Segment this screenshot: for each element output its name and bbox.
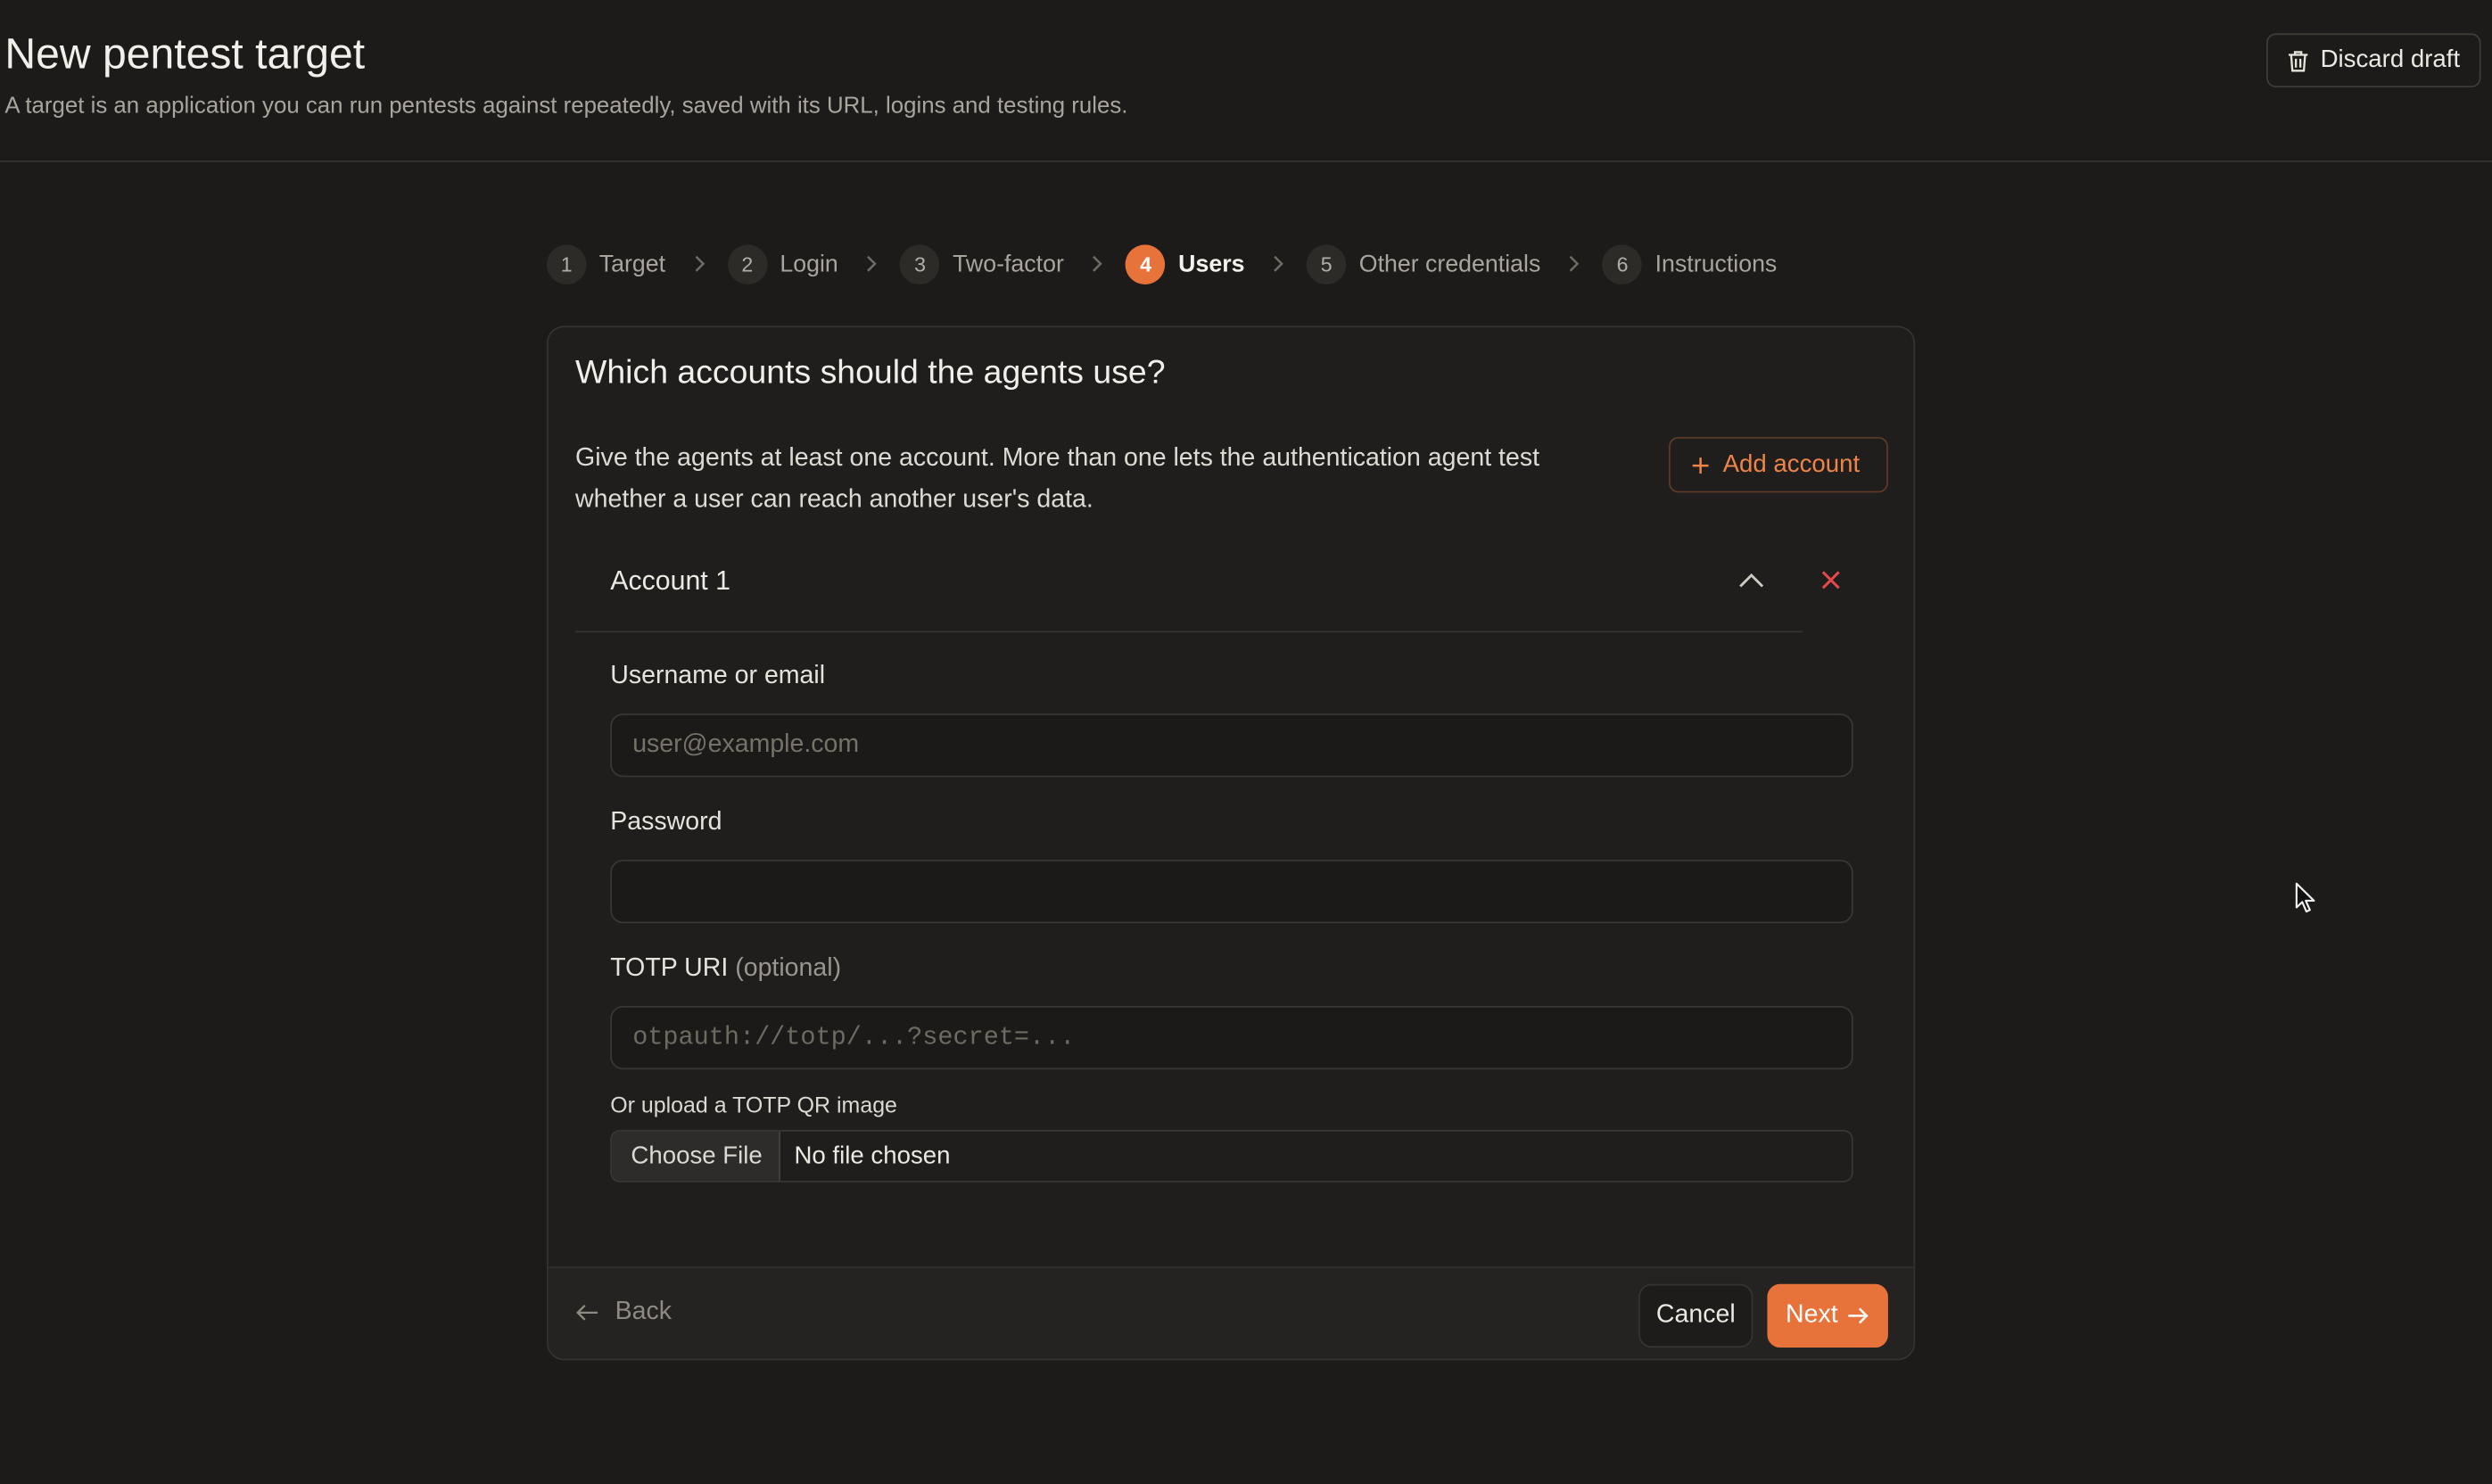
discard-draft-label: Discard draft xyxy=(2320,45,2461,73)
step-number: 4 xyxy=(1126,243,1166,284)
step-users[interactable]: 4 Users xyxy=(1126,243,1245,284)
page-title: New pentest target xyxy=(4,29,366,78)
username-label: Username or email xyxy=(610,663,826,690)
totp-label: TOTP URI (optional) xyxy=(610,955,841,984)
card-footer: Back Cancel Next xyxy=(548,1266,1914,1359)
chevron-right-icon xyxy=(1570,255,1580,272)
remove-account-button[interactable] xyxy=(1818,565,1842,594)
account-header[interactable]: Account 1 xyxy=(575,548,1839,633)
account-title: Account 1 xyxy=(610,565,730,597)
add-account-label: Add account xyxy=(1722,450,1861,478)
add-account-button[interactable]: Add account xyxy=(1668,437,1888,493)
step-instructions[interactable]: 6 Instructions xyxy=(1602,243,1778,284)
plus-icon xyxy=(1692,457,1709,474)
step-label: Users xyxy=(1178,250,1245,277)
mouse-cursor-icon xyxy=(2295,882,2315,913)
next-button[interactable]: Next xyxy=(1767,1283,1888,1348)
qr-file-input[interactable]: Choose File No file chosen xyxy=(610,1129,1853,1183)
chevron-right-icon xyxy=(867,255,878,272)
back-button[interactable]: Back xyxy=(575,1298,672,1327)
file-status: No file chosen xyxy=(794,1142,951,1169)
optional-hint: (optional) xyxy=(735,954,842,983)
password-label: Password xyxy=(610,808,722,837)
next-label: Next xyxy=(1786,1301,1838,1329)
step-target[interactable]: 1 Target xyxy=(546,243,666,284)
chevron-right-icon xyxy=(1093,255,1103,272)
totp-label-text: TOTP URI xyxy=(610,954,729,983)
step-label: Two-factor xyxy=(953,250,1064,277)
step-two-factor[interactable]: 3 Two-factor xyxy=(900,243,1064,284)
accounts-card: Which accounts should the agents use? Gi… xyxy=(546,326,1916,1361)
step-other-credentials[interactable]: 5 Other credentials xyxy=(1306,243,1541,284)
username-input[interactable] xyxy=(610,713,1853,778)
wizard-stepper: 1 Target 2 Login 3 Two-factor 4 Users 5 … xyxy=(546,243,1778,284)
step-number: 3 xyxy=(900,243,940,284)
chevron-up-icon[interactable] xyxy=(1737,569,1766,591)
card-title: Which accounts should the agents use? xyxy=(575,354,1166,392)
step-login[interactable]: 2 Login xyxy=(727,243,838,284)
arrow-right-icon xyxy=(1849,1307,1869,1324)
page: New pentest target A target is an applic… xyxy=(0,0,2492,1484)
cancel-button[interactable]: Cancel xyxy=(1638,1283,1753,1348)
choose-file-button[interactable]: Choose File xyxy=(612,1131,780,1181)
step-label: Other credentials xyxy=(1358,250,1541,277)
step-label: Login xyxy=(780,250,838,277)
password-input[interactable] xyxy=(610,860,1853,924)
page-header: New pentest target A target is an applic… xyxy=(0,0,2492,162)
page-subtitle: A target is an application you can run p… xyxy=(4,94,1128,120)
close-icon xyxy=(1820,571,1839,589)
arrow-left-icon xyxy=(576,1305,598,1321)
card-description: Give the agents at least one account. Mo… xyxy=(575,444,1539,514)
chevron-right-icon xyxy=(695,255,705,272)
step-number: 5 xyxy=(1306,243,1347,284)
step-label: Target xyxy=(598,250,666,277)
totp-uri-input[interactable] xyxy=(610,1005,1853,1070)
qr-upload-label: Or upload a TOTP QR image xyxy=(610,1092,897,1117)
step-label: Instructions xyxy=(1654,250,1778,277)
chevron-right-icon xyxy=(1274,255,1284,272)
step-number: 1 xyxy=(546,243,587,284)
step-number: 2 xyxy=(727,243,768,284)
back-label: Back xyxy=(615,1298,672,1326)
trash-icon xyxy=(2288,50,2308,71)
discard-draft-button[interactable]: Discard draft xyxy=(2265,33,2481,88)
step-number: 6 xyxy=(1602,243,1643,284)
